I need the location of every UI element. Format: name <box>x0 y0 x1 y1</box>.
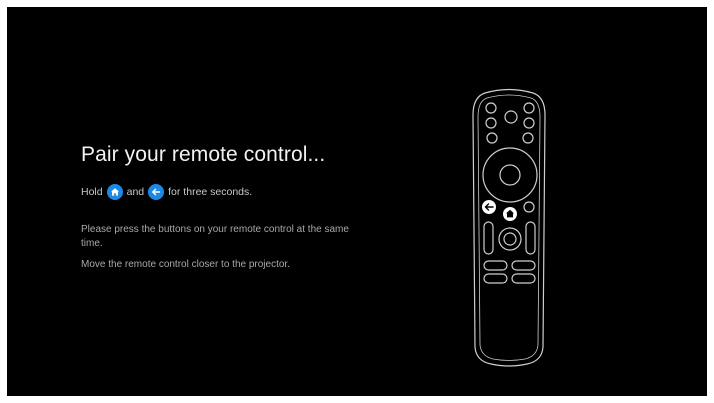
page-title: Pair your remote control... <box>81 143 326 166</box>
instruction-move-closer: Move the remote control closer to the pr… <box>81 259 290 270</box>
remote-home-button <box>503 207 517 221</box>
instruction-press-buttons: Please press the buttons on your remote … <box>81 224 349 249</box>
remote-back-button <box>482 200 496 214</box>
pairing-screen: Pair your remote control... Hold and for… <box>7 7 707 396</box>
hold-suffix-text: for three seconds. <box>168 186 253 198</box>
remote-control-illustration <box>472 88 546 367</box>
home-icon <box>106 184 123 200</box>
hold-and-text: and <box>126 186 145 198</box>
hold-instruction: Hold and for three seconds. <box>81 183 252 201</box>
hold-prefix-text: Hold <box>81 186 103 198</box>
arrow-left-icon <box>148 184 165 200</box>
